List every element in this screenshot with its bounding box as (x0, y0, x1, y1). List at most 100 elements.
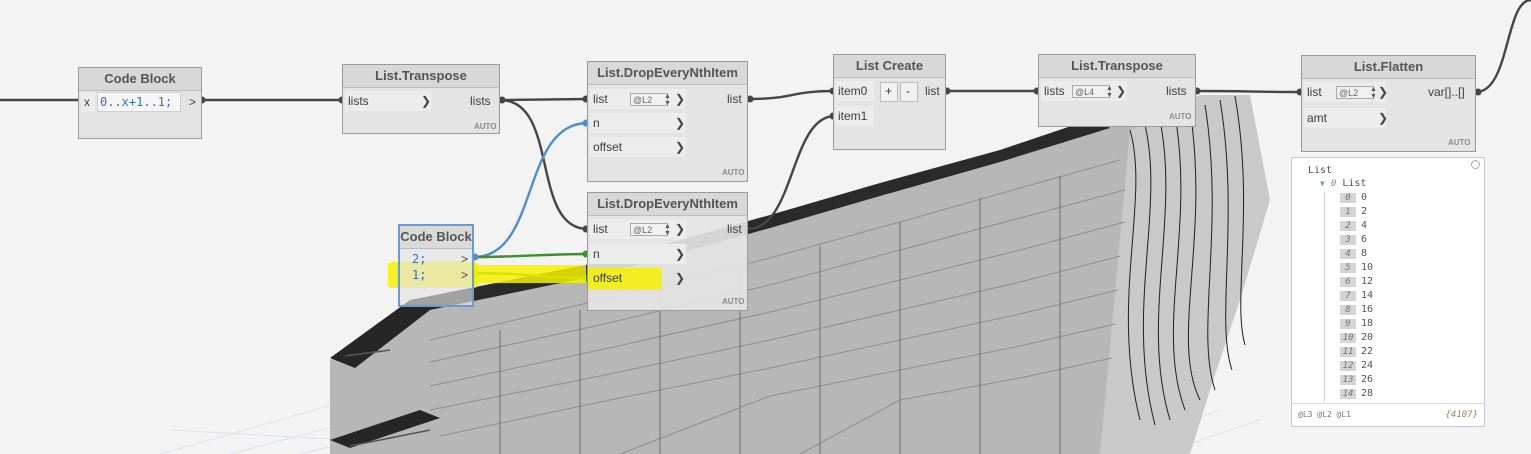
output-port-var[interactable]: var[]..[] (1428, 82, 1465, 102)
chevron-right-icon: ❯ (1378, 85, 1389, 99)
preview-item-value: 12 (1361, 276, 1374, 287)
node-title[interactable]: List.DropEveryNthItem (588, 193, 747, 216)
input-port-list[interactable]: list (593, 219, 608, 239)
highlight-marker (474, 265, 586, 283)
output-port-list[interactable]: list (727, 89, 742, 109)
input-port-n[interactable]: n (593, 113, 600, 133)
preview-item-index: 4 (1340, 249, 1356, 259)
preview-levels: @L3 @L2 @L1 (1298, 410, 1351, 419)
chevron-right-icon: ❯ (1378, 111, 1389, 125)
node-title[interactable]: Code Block (400, 226, 472, 249)
node-title[interactable]: List.Transpose (1039, 55, 1195, 78)
preview-root-label: List (1308, 165, 1333, 176)
lacing-selector[interactable]: @L2 (630, 223, 668, 236)
preview-item: 12 24 (1340, 360, 1373, 372)
preview-item: 48 (1340, 248, 1367, 260)
input-port-amt[interactable]: amt (1307, 108, 1327, 128)
input-port-list[interactable]: list (1307, 82, 1322, 102)
preview-item: 6 12 (1340, 276, 1373, 288)
input-port-offset[interactable]: offset (593, 137, 622, 157)
preview-sublist[interactable]: ▼ 0 List (1320, 178, 1366, 190)
preview-item-index: 0 (1340, 193, 1356, 203)
code-text[interactable]: 0..x+1..1; (100, 92, 172, 112)
lacing-spinner-icon[interactable]: ▲ ▼ (1106, 85, 1113, 99)
preview-item-value: 8 (1361, 248, 1368, 259)
chevron-right-icon: ❯ (675, 271, 686, 285)
lacing-selector[interactable]: @L2 (630, 93, 668, 106)
input-port-lists[interactable]: lists (348, 91, 369, 111)
preview-item-index: 7 (1340, 291, 1356, 301)
code-block-node[interactable]: Code Block 2; > 1; > (398, 224, 474, 307)
drop-every-nth-item-node[interactable]: List.DropEveryNthItem list @L2 ▲ ▼ ❯ n ❯ … (587, 61, 748, 182)
output-port-lists[interactable]: lists (470, 91, 491, 111)
preview-item-index: 1 (1340, 207, 1356, 217)
output-port-list[interactable]: list (727, 219, 742, 239)
preview-item: 13 26 (1340, 374, 1373, 386)
chevron-right-icon: ❯ (675, 116, 686, 130)
input-port-list[interactable]: list (593, 89, 608, 109)
preview-item-value: 2 (1361, 206, 1368, 217)
node-title[interactable]: List.Transpose (343, 65, 499, 88)
preview-item-index: 3 (1340, 235, 1356, 245)
preview-item: 12 (1340, 206, 1367, 218)
preview-item-value: 24 (1361, 360, 1374, 371)
preview-item-index: 2 (1340, 221, 1356, 231)
lacing-spinner-icon[interactable]: ▲ ▼ (664, 93, 671, 107)
lacing-auto-label: AUTO (722, 297, 745, 306)
preview-item-index: 11 (1340, 347, 1356, 357)
output-port-lists[interactable]: lists (1166, 81, 1187, 101)
input-port-x[interactable]: x (84, 92, 90, 112)
collapse-triangle-icon[interactable]: ▼ (1320, 179, 1325, 188)
lacing-selector[interactable]: @L4 (1072, 85, 1110, 98)
preview-count: {4107} (1445, 410, 1478, 420)
preview-item-index: 5 (1340, 263, 1356, 273)
preview-sublist-index: 0 (1330, 179, 1337, 189)
preview-item-value: 4 (1361, 220, 1368, 231)
chevron-right-icon: ❯ (675, 140, 686, 154)
chevron-right-icon: ❯ (675, 92, 686, 106)
list-create-node[interactable]: List Create item0 + - list item1 (833, 54, 946, 150)
data-preview-panel[interactable]: List ▼ 0 List 0 0 1 2 2 4 3 6 4 8 5 10 6 12 7 14 8 16 9 18 1… (1291, 157, 1485, 427)
lacing-spinner-icon[interactable]: ▲ ▼ (1370, 86, 1377, 100)
chevron-right-icon: ❯ (675, 222, 686, 236)
output-port[interactable]: > (189, 92, 196, 112)
list-flatten-node[interactable]: List.Flatten list @L2 ▲ ▼ ❯ amt ❯ var[]..… (1301, 55, 1476, 152)
chevron-right-icon: ❯ (1116, 84, 1127, 98)
preview-item-index: 13 (1340, 375, 1356, 385)
output-port[interactable]: > (461, 265, 468, 285)
output-port-list[interactable]: list (925, 81, 940, 101)
preview-item: 5 10 (1340, 262, 1373, 274)
input-port-lists[interactable]: lists (1044, 81, 1065, 101)
code-block-node[interactable]: Code Block x 0..x+1..1; > (78, 67, 202, 139)
preview-item: 8 16 (1340, 304, 1373, 316)
chevron-right-icon: ❯ (675, 247, 686, 261)
node-title[interactable]: Code Block (79, 68, 201, 91)
preview-item: 10 20 (1340, 332, 1373, 344)
input-port-n[interactable]: n (593, 244, 600, 264)
preview-item: 14 28 (1340, 388, 1373, 400)
preview-item-index: 6 (1340, 277, 1356, 287)
list-transpose-node[interactable]: List.Transpose lists @L4 ▲ ▼ ❯ lists AUTO (1038, 54, 1196, 127)
input-port-offset[interactable]: offset (593, 268, 622, 288)
drop-every-nth-item-node[interactable]: List.DropEveryNthItem list @L2 ▲ ▼ ❯ n ❯ … (587, 192, 748, 311)
lacing-auto-label: AUTO (474, 122, 497, 131)
pin-icon[interactable] (1471, 160, 1480, 169)
preview-item: 24 (1340, 220, 1367, 232)
tree-guide-line (1324, 192, 1325, 402)
preview-item: 9 18 (1340, 318, 1373, 330)
chevron-right-icon: ❯ (421, 94, 432, 108)
lacing-auto-label: AUTO (1448, 138, 1471, 147)
node-title[interactable]: List Create (834, 55, 945, 78)
preview-item-value: 6 (1361, 234, 1368, 245)
list-transpose-node[interactable]: List.Transpose lists ❯ lists AUTO (342, 64, 500, 134)
node-title[interactable]: List.DropEveryNthItem (588, 62, 747, 85)
input-port-item1[interactable]: item1 (838, 106, 867, 126)
input-port-item0[interactable]: item0 (838, 81, 867, 101)
node-title[interactable]: List.Flatten (1302, 56, 1475, 79)
preview-item-value: 14 (1361, 290, 1374, 301)
lacing-selector[interactable]: @L2 (1336, 86, 1374, 99)
preview-item-index: 12 (1340, 361, 1356, 371)
code-line[interactable]: 1; (412, 265, 426, 285)
preview-item-value: 18 (1361, 318, 1374, 329)
lacing-spinner-icon[interactable]: ▲ ▼ (664, 223, 671, 237)
